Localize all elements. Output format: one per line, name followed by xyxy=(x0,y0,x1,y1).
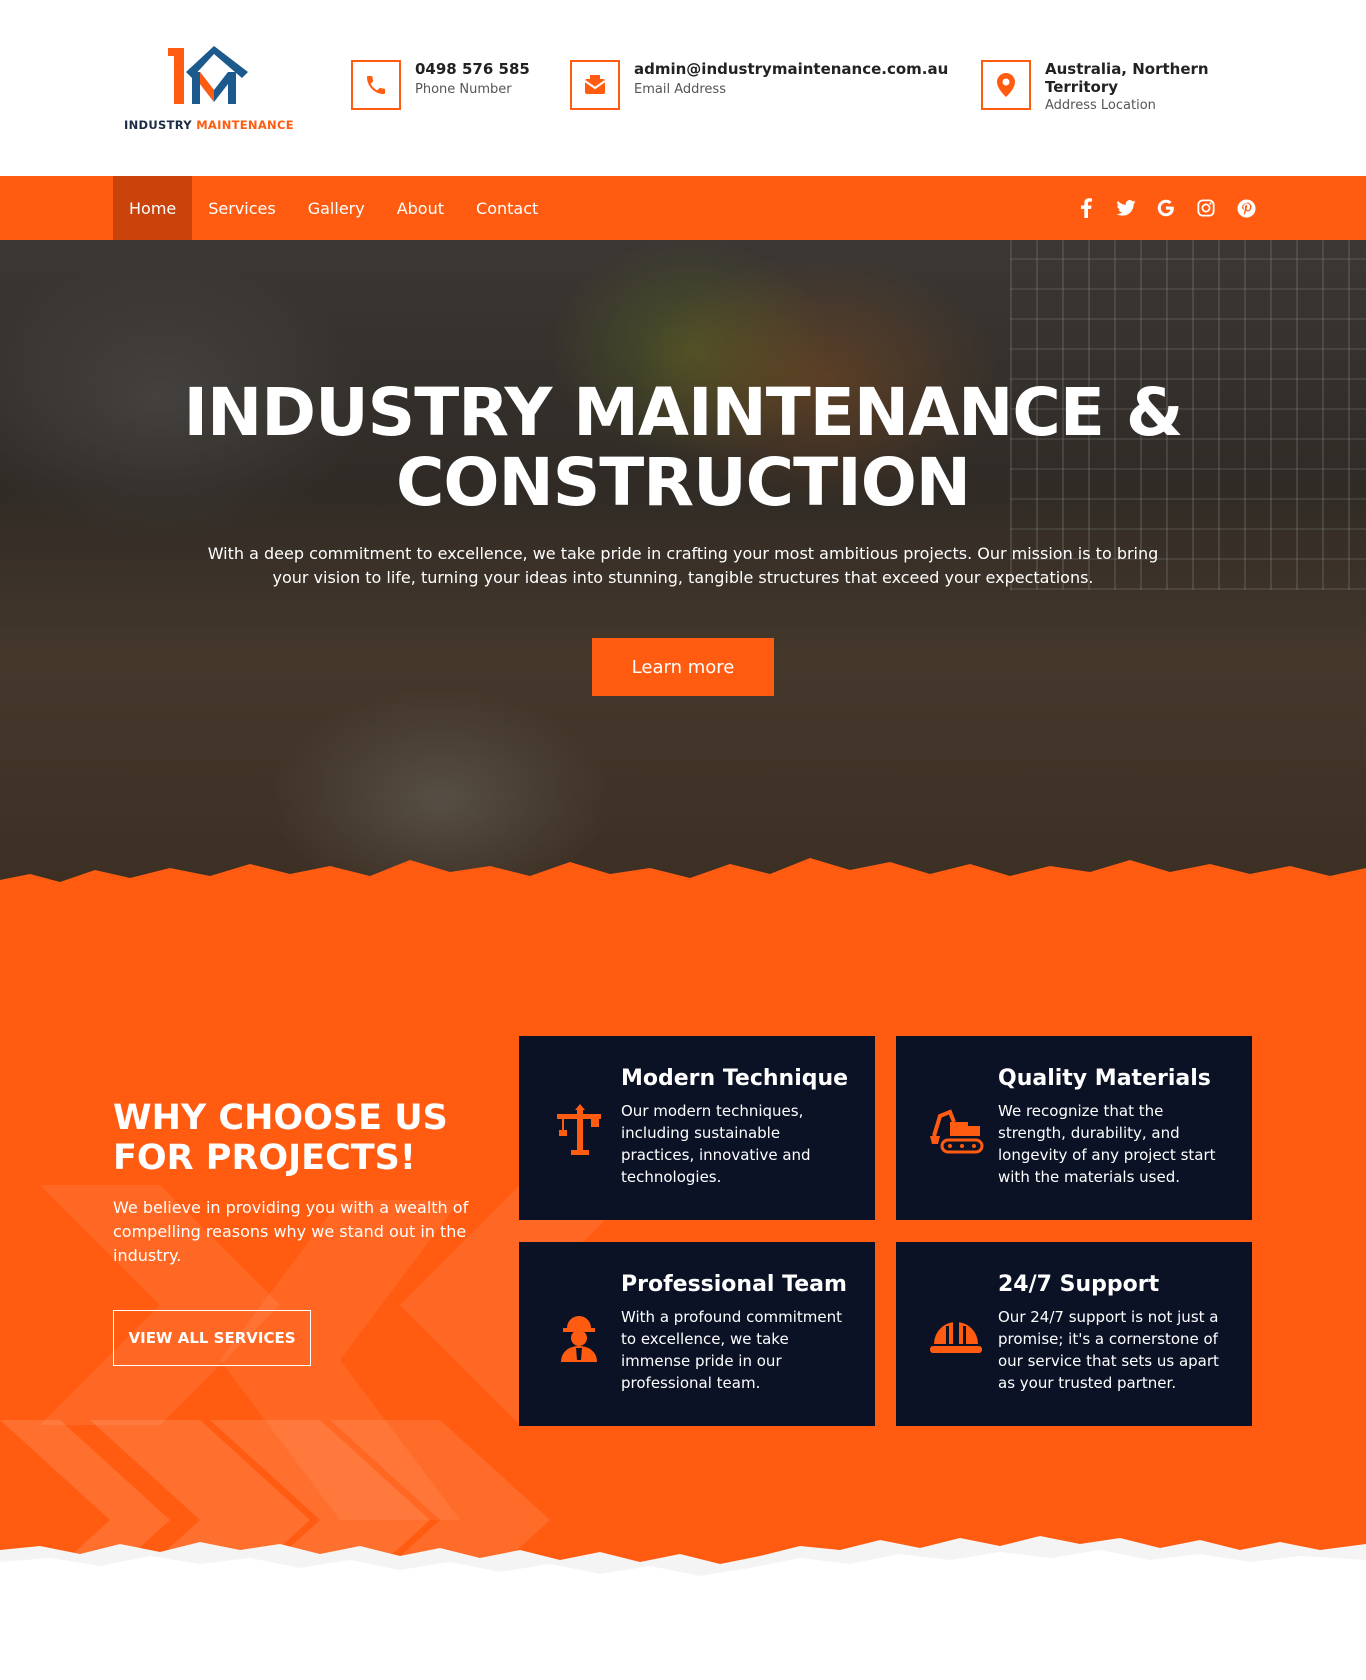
feature-title: Quality Materials xyxy=(998,1066,1211,1091)
nav-contact[interactable]: Contact xyxy=(460,176,554,240)
address-value: Australia, Northern Territory xyxy=(1045,60,1209,96)
worker-icon xyxy=(561,1316,597,1362)
site-header: INDUSTRY MAINTENANCE 0498 576 585 Phone … xyxy=(0,0,1366,176)
learn-more-button[interactable]: Learn more xyxy=(592,638,774,696)
torn-edge-top xyxy=(0,858,1366,950)
feature-card-modern-technique: Modern Technique Our modern techniques, … xyxy=(519,1036,875,1220)
nav-about[interactable]: About xyxy=(381,176,460,240)
email-icon xyxy=(570,60,620,110)
logo-mark-icon xyxy=(168,46,248,104)
email-address[interactable]: admin@industrymaintenance.com.au xyxy=(634,60,948,78)
phone-number[interactable]: 0498 576 585 xyxy=(415,60,530,78)
feature-card-24-7-support: 24/7 Support Our 24/7 support is not jus… xyxy=(896,1242,1252,1426)
phone-label: Phone Number xyxy=(415,82,512,97)
contact-email[interactable]: admin@industrymaintenance.com.au Email A… xyxy=(570,60,948,110)
email-label: Email Address xyxy=(634,82,726,97)
feature-title: 24/7 Support xyxy=(998,1272,1160,1297)
why-title: WHY CHOOSE US FOR PROJECTS! xyxy=(113,1098,448,1178)
view-all-services-button[interactable]: VIEW ALL SERVICES xyxy=(113,1310,311,1366)
why-text: We believe in providing you with a wealt… xyxy=(113,1198,469,1265)
feature-description: Our 24/7 support is not just a promise; … xyxy=(998,1308,1219,1392)
feature-title: Professional Team xyxy=(621,1272,847,1297)
phone-icon xyxy=(351,60,401,110)
feature-description: We recognize that the strength, durabili… xyxy=(998,1102,1216,1186)
pinterest-icon[interactable] xyxy=(1236,198,1256,218)
hero-title-line-2: CONSTRUCTION xyxy=(395,444,971,521)
logo-wordmark: INDUSTRY MAINTENANCE xyxy=(124,118,294,132)
address-label: Address Location xyxy=(1045,98,1156,113)
contact-phone[interactable]: 0498 576 585 Phone Number xyxy=(351,60,530,110)
nav-services[interactable]: Services xyxy=(192,176,291,240)
feature-description: With a profound commitment to excellence… xyxy=(621,1308,843,1392)
nav-home[interactable]: Home xyxy=(113,176,193,240)
social-links xyxy=(1076,176,1256,240)
hero-title: INDUSTRY MAINTENANCE & CONSTRUCTION xyxy=(0,378,1366,518)
hero-subtitle: With a deep commitment to excellence, we… xyxy=(207,544,1159,587)
twitter-icon[interactable] xyxy=(1116,198,1136,218)
hero-title-line-1: INDUSTRY MAINTENANCE & xyxy=(183,374,1184,451)
location-pin-icon xyxy=(981,60,1031,110)
feature-card-quality-materials: Quality Materials We recognize that the … xyxy=(896,1036,1252,1220)
google-icon[interactable] xyxy=(1156,198,1176,218)
main-navigation: Home Services Gallery About Contact xyxy=(0,176,1366,240)
excavator-icon xyxy=(930,1109,984,1154)
instagram-icon[interactable] xyxy=(1196,198,1216,218)
why-choose-us-section: WHY CHOOSE US FOR PROJECTS! We believe i… xyxy=(0,900,1366,1600)
facebook-icon[interactable] xyxy=(1076,198,1096,218)
torn-edge-bottom xyxy=(0,1536,1366,1680)
hard-hat-icon xyxy=(930,1322,982,1353)
contact-address: Australia, Northern Territory Address Lo… xyxy=(981,60,1225,113)
site-logo[interactable]: INDUSTRY MAINTENANCE xyxy=(124,42,304,138)
crane-icon xyxy=(557,1104,601,1155)
feature-title: Modern Technique xyxy=(621,1066,849,1091)
nav-gallery[interactable]: Gallery xyxy=(292,176,381,240)
feature-description: Our modern techniques, including sustain… xyxy=(621,1102,811,1186)
feature-card-professional-team: Professional Team With a profound commit… xyxy=(519,1242,875,1426)
